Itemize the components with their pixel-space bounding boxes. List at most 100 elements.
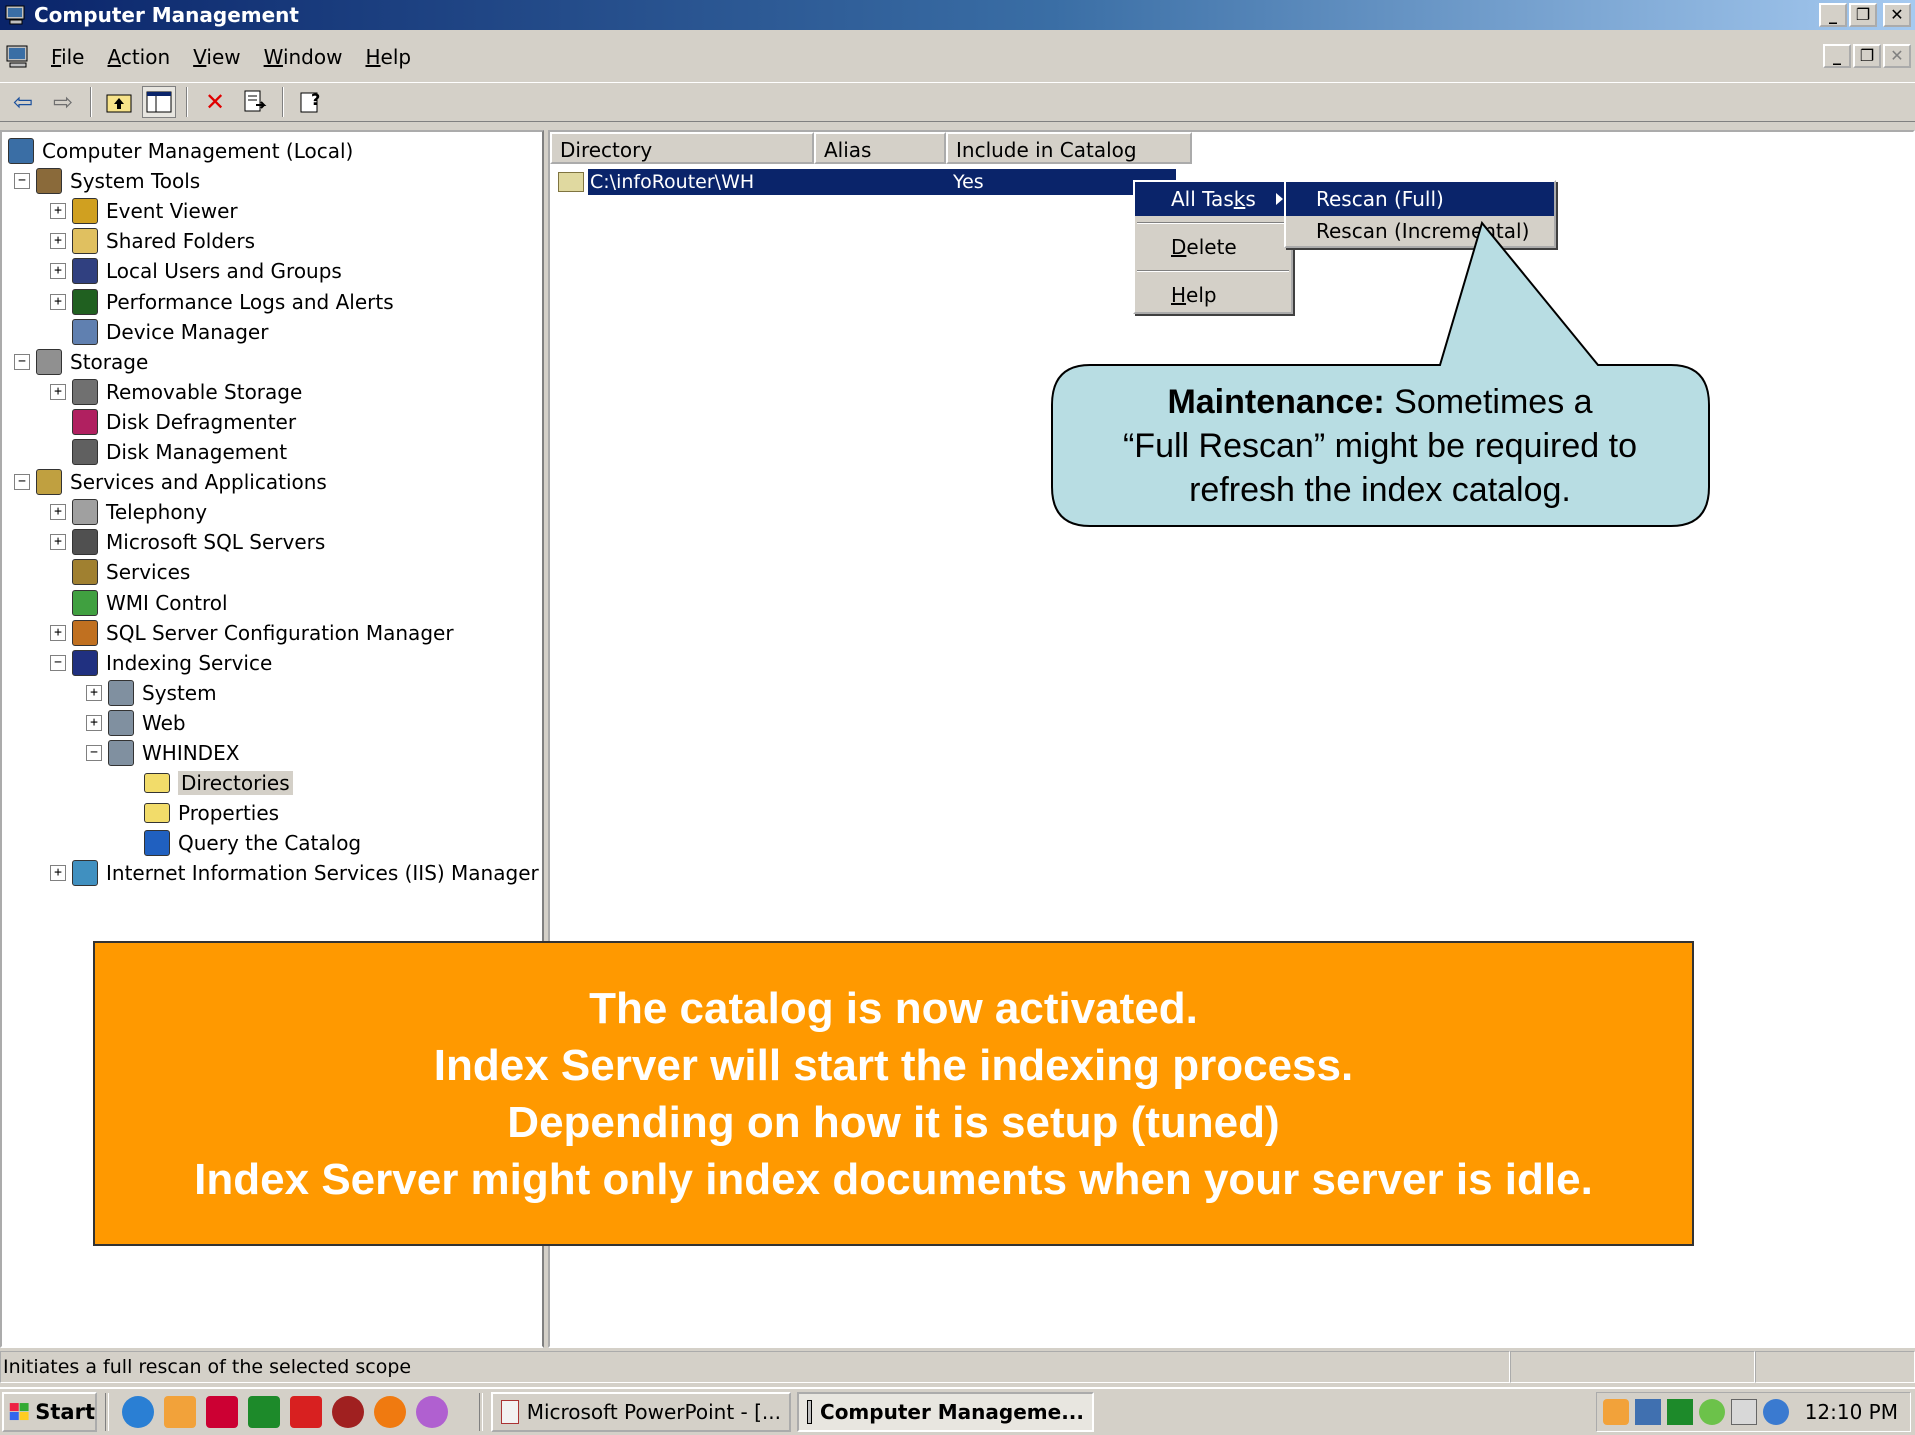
tree-item-services[interactable]: Services xyxy=(50,557,190,587)
tree-item-internet-information-services-iis-manager[interactable]: + Internet Information Services (IIS) Man… xyxy=(50,858,539,888)
menu-file[interactable]: File xyxy=(42,45,98,69)
export-list-icon[interactable] xyxy=(238,86,272,118)
tree-item-whindex[interactable]: − WHINDEX xyxy=(86,738,239,768)
start-button[interactable]: Start xyxy=(2,1392,97,1432)
start-label: Start xyxy=(35,1400,95,1424)
tree-item-query-the-catalog[interactable]: Query the Catalog xyxy=(122,828,361,858)
taskbar-label: Microsoft PowerPoint - [... xyxy=(526,1400,781,1424)
tree-item-label: Indexing Service xyxy=(106,650,273,675)
butterfly-app-icon[interactable] xyxy=(416,1396,448,1428)
expand-icon[interactable]: + xyxy=(50,263,66,280)
tree-item-local-users-and-groups[interactable]: + Local Users and Groups xyxy=(50,256,342,286)
minimize-button[interactable]: _ xyxy=(1819,3,1847,27)
forward-arrow-icon[interactable]: ⇨ xyxy=(46,86,80,118)
tree-item-shared-folders[interactable]: + Shared Folders xyxy=(50,226,255,256)
pro-app-icon[interactable] xyxy=(248,1396,280,1428)
tree-item-disk-management[interactable]: Disk Management xyxy=(50,437,287,467)
tray-media-icon[interactable] xyxy=(1730,1399,1757,1425)
clock[interactable]: 12:10 PM xyxy=(1805,1400,1898,1424)
expand-icon[interactable]: + xyxy=(50,233,66,250)
firefox-icon[interactable] xyxy=(374,1396,406,1428)
telephony-icon xyxy=(72,499,98,526)
callout-text: Maintenance: Sometimes a “Full Rescan” m… xyxy=(1060,380,1700,512)
menu-view[interactable]: View xyxy=(184,45,254,69)
list-header: Directory Alias Include in Catalog xyxy=(550,132,1192,164)
tree-item-properties[interactable]: Properties xyxy=(122,798,279,828)
tree-item-system[interactable]: + System xyxy=(86,678,217,708)
tree-item-label: Query the Catalog xyxy=(178,831,362,856)
status-panel xyxy=(1510,1351,1755,1383)
expand-icon[interactable]: + xyxy=(50,534,66,551)
list-item[interactable]: C:\infoRouter\WH Yes xyxy=(558,169,1176,195)
column-header-include-in-catalog[interactable]: Include in Catalog xyxy=(946,132,1192,164)
taskbar-label: Computer Manageme... xyxy=(820,1400,1084,1424)
up-one-level-icon[interactable] xyxy=(102,86,136,118)
tree-item-disk-defragmenter[interactable]: Disk Defragmenter xyxy=(50,407,296,437)
tree-item-system-tools[interactable]: − System Tools xyxy=(14,166,200,196)
status-bar: Initiates a full rescan of the selected … xyxy=(0,1351,1915,1383)
expand-icon[interactable]: + xyxy=(50,504,66,521)
collapse-icon[interactable]: − xyxy=(50,654,66,671)
media-app-icon[interactable] xyxy=(332,1396,364,1428)
title-bar[interactable]: Computer Management _ ❐ ✕ xyxy=(0,0,1915,30)
child-close-button[interactable]: ✕ xyxy=(1883,44,1911,68)
delete-icon[interactable]: ✕ xyxy=(198,86,232,118)
expand-icon[interactable]: + xyxy=(50,293,66,310)
photo-app-icon[interactable] xyxy=(206,1396,238,1428)
collapse-icon[interactable]: − xyxy=(14,474,30,491)
expand-icon[interactable]: + xyxy=(50,203,66,220)
restore-button[interactable]: ❐ xyxy=(1849,3,1877,27)
disk-management-icon xyxy=(72,439,98,465)
collapse-icon[interactable]: − xyxy=(14,353,30,370)
child-restore-button[interactable]: ❐ xyxy=(1853,44,1881,68)
tray-security-icon[interactable] xyxy=(1698,1399,1725,1425)
computer-management-icon xyxy=(807,1400,813,1424)
tree-item-wmi-control[interactable]: WMI Control xyxy=(50,588,228,618)
tray-pro-app-icon[interactable] xyxy=(1666,1399,1693,1425)
tree-item-web[interactable]: + Web xyxy=(86,708,186,738)
indexing-icon xyxy=(72,649,98,676)
tree-item-storage[interactable]: − Storage xyxy=(14,347,148,377)
expand-icon[interactable]: + xyxy=(50,865,66,882)
collapse-icon[interactable]: − xyxy=(86,745,102,761)
tree-item-performance-logs-and-alerts[interactable]: + Performance Logs and Alerts xyxy=(50,287,394,317)
tree-item-label: Performance Logs and Alerts xyxy=(106,289,394,314)
column-header-alias[interactable]: Alias xyxy=(814,132,946,164)
collapse-icon[interactable]: − xyxy=(14,173,30,190)
callout-bold: Maintenance: xyxy=(1167,383,1385,421)
tray-clock-app-icon[interactable] xyxy=(1602,1399,1629,1425)
tree-item-telephony[interactable]: + Telephony xyxy=(50,497,207,527)
tray-network-icon[interactable] xyxy=(1634,1399,1661,1425)
menu-window[interactable]: Window xyxy=(255,45,357,69)
tree-item-event-viewer[interactable]: + Event Viewer xyxy=(50,196,238,226)
tree-item-directories[interactable]: Directories xyxy=(122,768,293,798)
taskbar-button-powerpoint[interactable]: Microsoft PowerPoint - [... xyxy=(491,1392,791,1432)
back-arrow-icon[interactable]: ⇦ xyxy=(6,86,40,118)
computer-management-icon[interactable] xyxy=(4,44,32,70)
menu-help[interactable]: Help xyxy=(356,45,425,69)
expand-icon[interactable]: + xyxy=(86,684,102,701)
tree-item-indexing-service[interactable]: − Indexing Service xyxy=(50,648,272,678)
menu-action[interactable]: Action xyxy=(98,45,184,69)
show-hide-tree-icon[interactable] xyxy=(142,86,176,118)
internet-explorer-icon[interactable] xyxy=(122,1396,154,1428)
taskbar-button-computer-management[interactable]: Computer Manageme... xyxy=(797,1392,1094,1432)
child-minimize-button[interactable]: _ xyxy=(1823,44,1851,68)
tree-item-services-and-applications[interactable]: − Services and Applications xyxy=(14,467,327,497)
expand-icon[interactable]: + xyxy=(86,714,102,731)
expand-icon[interactable]: + xyxy=(50,624,66,641)
tray-users-icon[interactable] xyxy=(1762,1399,1789,1425)
clock-app-icon[interactable] xyxy=(164,1396,196,1428)
tree-item-label: Removable Storage xyxy=(106,379,303,404)
expand-icon[interactable]: + xyxy=(50,383,66,400)
tree-item-sql-server-configuration-manager[interactable]: + SQL Server Configuration Manager xyxy=(50,618,454,648)
help-icon[interactable]: ? xyxy=(294,86,328,118)
tree-item-computer-management-local[interactable]: Computer Management (Local) xyxy=(8,136,353,166)
tree-item-device-manager[interactable]: Device Manager xyxy=(50,317,268,347)
acrobat-icon[interactable] xyxy=(290,1396,322,1428)
tree-item-removable-storage[interactable]: + Removable Storage xyxy=(50,377,302,407)
catalog-icon xyxy=(108,709,134,736)
close-button[interactable]: ✕ xyxy=(1883,3,1911,27)
tree-item-microsoft-sql-servers[interactable]: + Microsoft SQL Servers xyxy=(50,527,325,557)
column-header-directory[interactable]: Directory xyxy=(550,132,814,164)
